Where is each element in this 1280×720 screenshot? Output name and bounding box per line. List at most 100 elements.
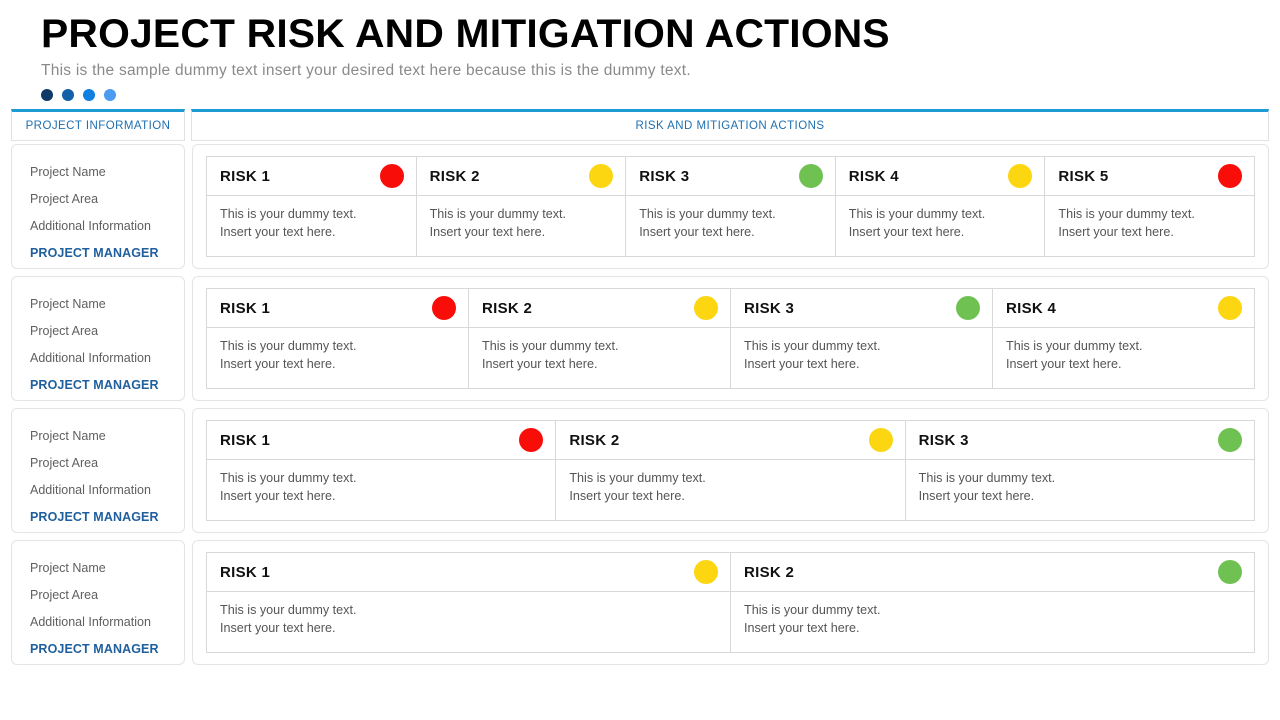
risk-card-header: RISK 4: [835, 157, 1045, 196]
tab-risk-and-mitigation-actions-label: RISK AND MITIGATION ACTIONS: [635, 120, 825, 132]
risk-card-text-line2: Insert your text here.: [744, 621, 860, 635]
status-red-icon: [1217, 164, 1242, 188]
risk-card-title: RISK 4: [1006, 299, 1057, 317]
tab-project-information[interactable]: PROJECT INFORMATION: [11, 109, 185, 141]
decorative-dot-4-icon: [104, 88, 116, 101]
risk-card-body: This is your dummy text. Insert your text…: [836, 196, 1045, 256]
status-yellow-icon: [694, 560, 718, 584]
risk-card-body: This is your dummy text. Insert your text…: [993, 328, 1254, 388]
project-info-line: Additional Information: [30, 219, 151, 233]
risk-card[interactable]: RISK 2 This is your dummy text. Insert you…: [416, 157, 627, 256]
risk-card-body: This is your dummy text. Insert your text…: [556, 460, 904, 520]
risk-card-header: RISK 3: [905, 421, 1254, 460]
risk-card-body: This is your dummy text. Insert your text…: [207, 460, 555, 520]
risk-card[interactable]: RISK 1 This is your dummy text. Insert you…: [207, 421, 557, 520]
risk-card-body: This is your dummy text. Insert your text…: [731, 328, 992, 388]
risk-card-title: RISK 1: [220, 167, 271, 185]
risk-card[interactable]: RISK 4 This is your dummy text. Insert you…: [993, 289, 1255, 388]
status-red-icon: [379, 164, 404, 188]
project-info-line: Additional Information: [30, 483, 151, 497]
project-information-panel: Project Name Project Area Additional Infor…: [11, 144, 185, 269]
tab-risk-and-mitigation-actions[interactable]: RISK AND MITIGATION ACTIONS: [191, 109, 1269, 141]
risk-card[interactable]: RISK 3 This is your dummy text. Insert you…: [905, 421, 1255, 520]
risk-card-title: RISK 5: [1058, 167, 1109, 185]
risk-card-header: RISK 2: [556, 421, 905, 460]
risk-card-title: RISK 1: [220, 431, 271, 449]
status-yellow-icon: [1218, 296, 1242, 320]
risk-table: RISK 1 This is your dummy text. Insert you…: [206, 552, 1255, 653]
project-info-line: Project Area: [30, 324, 99, 338]
risk-card-text-line2: Insert your text here.: [482, 357, 598, 371]
risk-card-text-line2: Insert your text here.: [569, 489, 685, 503]
risk-row: Project Name Project Area Additional Infor…: [11, 408, 1269, 533]
risk-card-text-line2: Insert your text here.: [1058, 225, 1174, 239]
risk-card[interactable]: RISK 2 This is your dummy text. Insert you…: [731, 553, 1255, 652]
risk-card[interactable]: RISK 3 This is your dummy text. Insert you…: [626, 157, 836, 256]
status-green-icon: [1218, 560, 1242, 584]
status-green-icon: [956, 296, 980, 320]
project-information-panel: Project Name Project Area Additional Infor…: [11, 540, 185, 665]
status-green-icon: [798, 164, 823, 188]
risk-card-text-line2: Insert your text here.: [220, 225, 336, 239]
risk-card-text-line2: Insert your text here.: [220, 621, 336, 635]
risk-card-text-line2: Insert your text here.: [429, 225, 546, 239]
risk-card-text-line1: This is your dummy text.: [220, 339, 357, 353]
risk-card-body: This is your dummy text. Insert your text…: [469, 328, 730, 388]
risk-card-text-line1: This is your dummy text.: [429, 207, 567, 221]
risk-card-text-line1: This is your dummy text.: [744, 339, 881, 353]
decorative-dots: [41, 88, 1280, 101]
risk-card-text-line2: Insert your text here.: [220, 489, 336, 503]
risk-card[interactable]: RISK 1 This is your dummy text. Insert you…: [207, 553, 731, 652]
risk-row: Project Name Project Area Additional Infor…: [11, 276, 1269, 401]
risk-card[interactable]: RISK 5 This is your dummy text. Insert you…: [1045, 157, 1255, 256]
page-title: PROJECT RISK AND MITIGATION ACTIONS: [41, 12, 890, 56]
risk-card[interactable]: RISK 4 This is your dummy text. Insert you…: [835, 157, 1046, 256]
risk-card-header: RISK 3: [731, 289, 992, 328]
risk-card-text-line1: This is your dummy text.: [639, 207, 776, 221]
risk-card[interactable]: RISK 3 This is your dummy text. Insert you…: [731, 289, 993, 388]
risk-card-text-line2: Insert your text here.: [918, 489, 1035, 503]
risk-card-text-line1: This is your dummy text.: [569, 471, 706, 485]
decorative-dot-2-icon: [62, 88, 74, 101]
risk-card-body: This is your dummy text. Insert your text…: [207, 196, 416, 256]
risk-card-text-line1: This is your dummy text.: [220, 471, 357, 485]
tab-bar: PROJECT INFORMATION RISK AND MITIGATION …: [11, 109, 1269, 141]
risk-row: Project Name Project Area Additional Infor…: [11, 144, 1269, 269]
risk-card-text-line2: Insert your text here.: [220, 357, 336, 371]
risk-card-title: RISK 2: [744, 563, 795, 581]
risk-card-body: This is your dummy text. Insert your text…: [207, 328, 468, 388]
slide-header: PROJECT RISK AND MITIGATION ACTIONS This…: [0, 0, 1280, 101]
risk-card-header: RISK 2: [731, 553, 1254, 592]
risk-card-body: This is your dummy text. Insert your text…: [731, 592, 1254, 652]
risk-card-header: RISK 3: [626, 157, 835, 196]
status-red-icon: [432, 296, 456, 320]
project-info-line: Project Name: [30, 561, 106, 575]
risk-card-title: RISK 1: [220, 299, 271, 317]
risk-card[interactable]: RISK 2 This is your dummy text. Insert you…: [469, 289, 731, 388]
risk-card-text-line2: Insert your text here.: [1006, 357, 1122, 371]
risk-card-text-line1: This is your dummy text.: [848, 207, 986, 221]
risk-card[interactable]: RISK 1 This is your dummy text. Insert you…: [207, 289, 469, 388]
risk-card-title: RISK 2: [429, 167, 480, 185]
project-info-line: Project Area: [30, 456, 99, 470]
risk-card-title: RISK 3: [639, 167, 690, 185]
risk-card-header: RISK 2: [416, 157, 626, 196]
risk-row: Project Name Project Area Additional Infor…: [11, 540, 1269, 665]
risk-card-title: RISK 2: [482, 299, 533, 317]
risk-card-body: This is your dummy text. Insert your text…: [626, 196, 835, 256]
project-manager-label: PROJECT MANAGER: [30, 642, 159, 656]
risk-card-header: RISK 4: [993, 289, 1254, 328]
risk-card-header: RISK 1: [207, 157, 416, 196]
tab-project-information-label: PROJECT INFORMATION: [25, 120, 171, 132]
risk-card[interactable]: RISK 2 This is your dummy text. Insert you…: [556, 421, 906, 520]
risk-table: RISK 1 This is your dummy text. Insert you…: [206, 288, 1255, 389]
decorative-dot-1-icon: [41, 88, 53, 101]
risk-rows: Project Name Project Area Additional Infor…: [11, 144, 1269, 665]
risk-card[interactable]: RISK 1 This is your dummy text. Insert you…: [207, 157, 417, 256]
status-yellow-icon: [694, 296, 718, 320]
risk-card-body: This is your dummy text. Insert your text…: [417, 196, 626, 256]
project-information-panel: Project Name Project Area Additional Infor…: [11, 276, 185, 401]
project-information-panel: Project Name Project Area Additional Infor…: [11, 408, 185, 533]
risk-cards-panel: RISK 1 This is your dummy text. Insert you…: [192, 408, 1269, 533]
status-red-icon: [519, 428, 544, 452]
